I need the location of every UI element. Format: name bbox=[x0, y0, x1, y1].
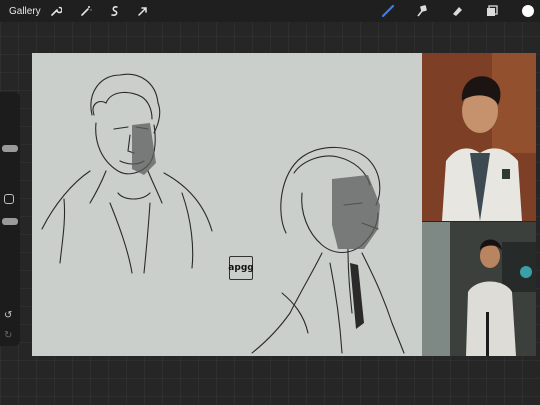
magic-wand-icon[interactable] bbox=[78, 3, 94, 19]
redo-icon[interactable]: ↻ bbox=[4, 330, 12, 341]
selection-icon[interactable] bbox=[107, 3, 123, 19]
shading-shape bbox=[332, 175, 380, 249]
sketch-figure-right bbox=[251, 146, 405, 354]
sketch-figure-left bbox=[41, 73, 213, 274]
smudge-icon[interactable] bbox=[414, 3, 430, 19]
left-sidebar: ↺ ↻ bbox=[0, 92, 20, 346]
gallery-button[interactable]: Gallery bbox=[9, 6, 41, 17]
reference-photo-top[interactable] bbox=[422, 53, 536, 221]
sketch-drawing bbox=[41, 73, 405, 354]
wrench-icon[interactable] bbox=[48, 3, 64, 19]
shading-shape bbox=[132, 123, 156, 175]
layers-icon[interactable] bbox=[484, 3, 500, 19]
modify-button[interactable] bbox=[4, 194, 14, 204]
color-swatch-icon[interactable] bbox=[520, 3, 536, 19]
opacity-slider[interactable] bbox=[2, 218, 18, 225]
top-toolbar: Gallery bbox=[0, 0, 540, 22]
eraser-icon[interactable] bbox=[449, 3, 465, 19]
signature-mark: apgg bbox=[228, 256, 254, 280]
reference-photo-bottom[interactable] bbox=[422, 222, 536, 356]
brush-size-slider[interactable] bbox=[2, 145, 18, 152]
undo-icon[interactable]: ↺ bbox=[4, 310, 12, 321]
tie-shape bbox=[350, 263, 364, 329]
drawing-canvas[interactable]: apgg bbox=[32, 53, 422, 356]
transform-arrow-icon[interactable] bbox=[135, 3, 151, 19]
brush-icon[interactable] bbox=[380, 3, 396, 19]
